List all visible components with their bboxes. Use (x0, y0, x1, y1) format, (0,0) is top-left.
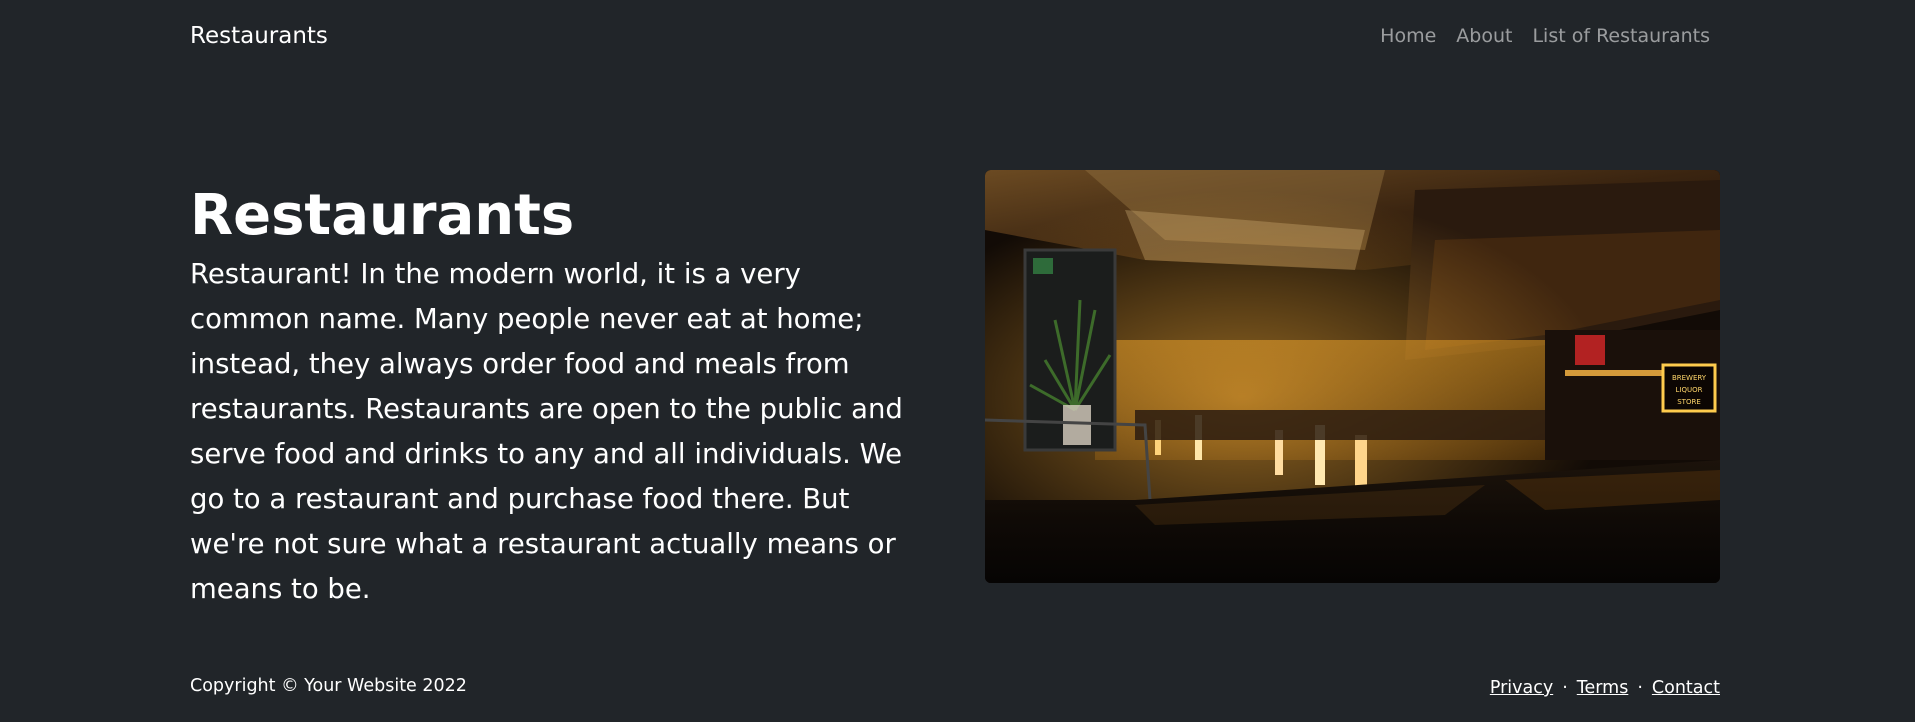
nav-link-list-of-restaurants[interactable]: List of Restaurants (1532, 22, 1710, 50)
nav-link-home[interactable]: Home (1380, 22, 1436, 50)
neon-sign-store: STORE (1677, 398, 1701, 406)
restaurant-interior-image: BREWERY LIQUOR STORE (985, 170, 1720, 583)
navbar: Restaurants Home About List of Restauran… (0, 0, 1915, 72)
footer-link-terms[interactable]: Terms (1577, 678, 1629, 698)
copyright-text: Copyright © Your Website 2022 (190, 676, 467, 696)
footer-link-privacy[interactable]: Privacy (1490, 678, 1553, 698)
hero-text: Restaurants Restaurant! In the modern wo… (190, 180, 925, 612)
footer-separator: · (1637, 678, 1643, 698)
neon-sign-brewery: BREWERY (1672, 374, 1707, 382)
neon-sign-liquor: LIQUOR (1676, 386, 1703, 394)
hero-title: Restaurants (190, 183, 575, 248)
footer-link-contact[interactable]: Contact (1652, 678, 1720, 698)
footer: Copyright © Your Website 2022 Privacy · … (0, 670, 1915, 710)
nav-links: Home About List of Restaurants (1380, 22, 1710, 50)
nav-link-about[interactable]: About (1456, 22, 1512, 50)
restaurant-interior-illustration: BREWERY LIQUOR STORE (985, 170, 1720, 583)
hero-description: Restaurant! In the modern world, it is a… (190, 258, 903, 605)
footer-links: Privacy · Terms · Contact (1490, 678, 1720, 698)
footer-separator: · (1562, 678, 1568, 698)
navbar-brand[interactable]: Restaurants (190, 20, 328, 52)
